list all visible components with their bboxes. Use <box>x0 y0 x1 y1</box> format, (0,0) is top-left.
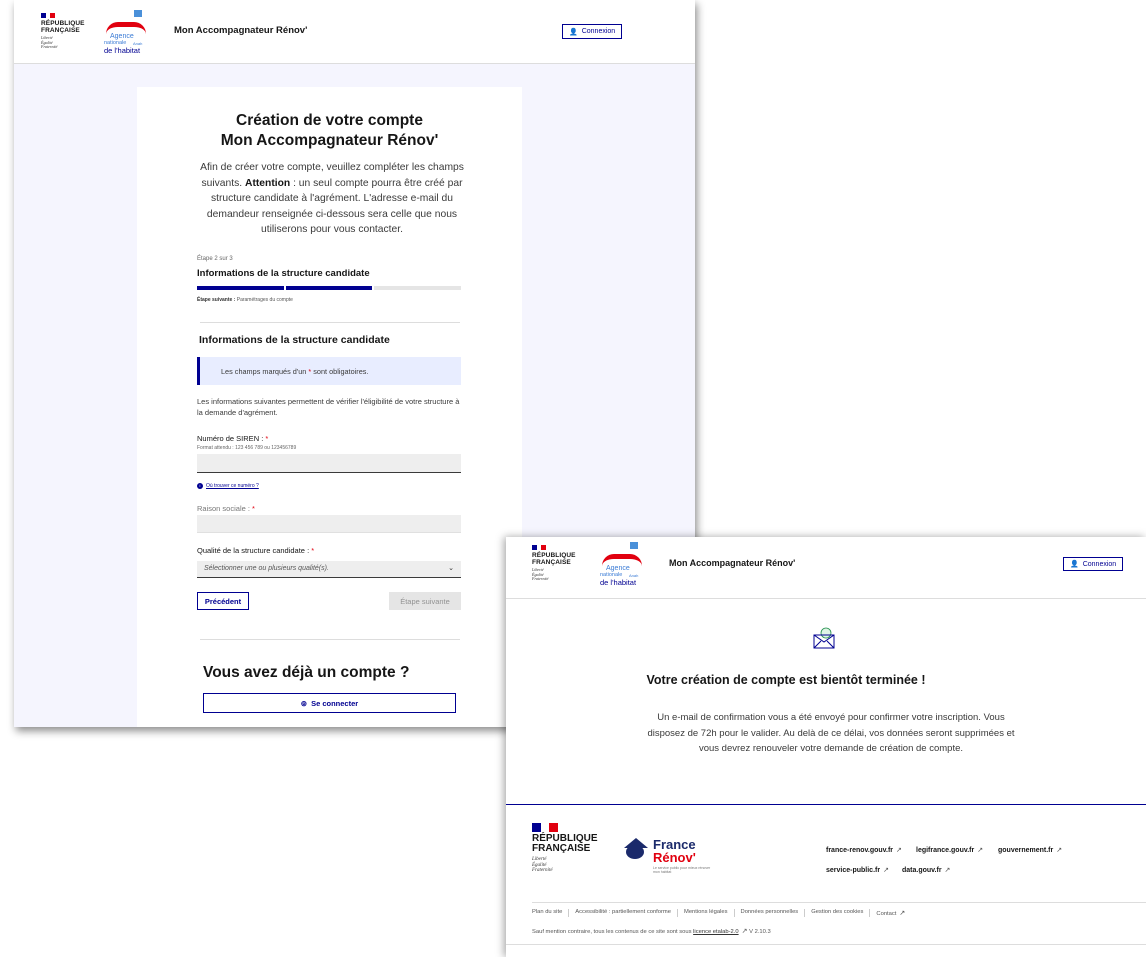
footer-link-legifrance[interactable]: legifrance.gouv.fr ↗ <box>916 846 983 854</box>
footer-link-donnees-personnelles[interactable]: Données personnelles <box>733 909 805 917</box>
external-link-icon: ↗ <box>896 847 902 854</box>
raison-sociale-label: Raison sociale : * <box>197 504 255 513</box>
login-button-label: Connexion <box>581 28 616 35</box>
flag-icon <box>532 545 547 550</box>
external-link-icon: ↗ <box>977 847 984 854</box>
republique-francaise-logo[interactable]: RÉPUBLIQUE FRANÇAISE Liberté Égalité Frater… <box>41 13 85 50</box>
external-link-icon: ↗ <box>883 867 889 874</box>
divider <box>532 902 1146 903</box>
republique-francaise-logo[interactable]: RÉPUBLIQUE FRANÇAISE Liberté Égalité Frater… <box>532 823 598 874</box>
raison-sociale-input[interactable] <box>197 515 461 533</box>
user-icon: 👤 <box>1070 561 1079 568</box>
info-icon: i <box>197 483 203 489</box>
footer-link-gouvernement[interactable]: gouvernement.fr ↗ <box>998 846 1062 854</box>
footer-link-mentions-legales[interactable]: Mentions légales <box>677 909 734 917</box>
republique-text: RÉPUBLIQUE FRANÇAISE <box>41 20 85 34</box>
confirmation-title: Votre création de compte est bientôt ter… <box>646 673 926 687</box>
have-account-title: Vous avez déjà un compte ? <box>203 664 410 681</box>
motto-text: Liberté Égalité Fraternité <box>41 35 58 49</box>
chevron-down-icon: ⌄ <box>448 565 454 572</box>
se-connecter-button[interactable]: ⊚ Se connecter <box>203 693 456 713</box>
service-name[interactable]: Mon Accompagnateur Rénov' <box>669 558 795 568</box>
next-step-text: Étape suivante : Paramétrages du compte <box>197 297 293 303</box>
stepper-progress <box>197 286 462 290</box>
motto-text: Liberté Égalité Fraternité <box>532 567 549 581</box>
republique-francaise-logo[interactable]: RÉPUBLIQUE FRANÇAISE Liberté Égalité Frater… <box>532 545 576 582</box>
footer-license: Sauf mention contraire, tous les contenu… <box>532 928 771 935</box>
divider <box>200 322 460 323</box>
external-link-icon: ↗ <box>741 928 748 935</box>
user-circle-icon: ⊚ <box>300 698 308 708</box>
previous-button[interactable]: Précédent <box>197 592 249 610</box>
user-icon: 👤 <box>569 28 578 36</box>
republique-text: RÉPUBLIQUE FRANÇAISE <box>532 552 576 566</box>
section-title: Informations de la structure candidate <box>199 334 390 346</box>
signup-card: Création de votre compte Mon Accompagnat… <box>137 87 522 727</box>
login-button[interactable]: 👤 Connexion <box>562 24 623 39</box>
login-button-label: Connexion <box>1082 560 1117 568</box>
service-name[interactable]: Mon Accompagnateur Rénov' <box>174 25 307 36</box>
motto-text: Liberté Égalité Fraternité <box>532 857 553 873</box>
divider <box>506 944 1146 945</box>
envelope-icon <box>813 627 835 649</box>
site-header: RÉPUBLIQUE FRANÇAISE Liberté Égalité Frater… <box>14 0 695 64</box>
step-title: Informations de la structure candidate <box>197 268 370 279</box>
flag-icon <box>41 13 56 18</box>
republique-text: RÉPUBLIQUE FRANÇAISE <box>532 833 598 854</box>
footer-link-service-public[interactable]: service-public.fr ↗ <box>826 866 889 874</box>
footer-link-data-gouv[interactable]: data.gouv.fr ↗ <box>902 866 950 874</box>
france-renov-logo[interactable]: France Rénov' Le service public pour mie… <box>624 830 724 880</box>
footer-link-gestion-cookies[interactable]: Gestion des cookies <box>804 909 869 917</box>
qualite-select[interactable]: Sélectionner une ou plusieurs qualité(s)… <box>197 561 461 578</box>
login-button[interactable]: 👤 Connexion <box>1063 557 1124 571</box>
license-link[interactable]: licence etalab-2.0 <box>693 929 738 935</box>
page-title: Création de votre compte Mon Accompagnat… <box>220 112 439 149</box>
confirmation-text: Un e-mail de confirmation vous a été env… <box>647 712 1015 754</box>
eligibility-description: Les informations suivantes permettent de… <box>197 397 460 417</box>
anah-logo[interactable]: Agence nationale Anah de l'habitat <box>102 10 150 55</box>
footer-bottom-links: Plan du site Accessibilité : partielleme… <box>532 909 911 917</box>
anah-logo[interactable]: Agence nationale Anah de l'habitat <box>598 542 646 587</box>
footer-link-plan-du-site[interactable]: Plan du site <box>532 909 568 917</box>
external-link-icon: ↗ <box>944 867 951 874</box>
external-link-icon: ↗ <box>899 910 906 917</box>
footer-link-accessibilite[interactable]: Accessibilité : partiellement conforme <box>568 909 677 917</box>
external-link-icon: ↗ <box>1056 847 1063 854</box>
footer-link-france-renov[interactable]: france-renov.gouv.fr ↗ <box>826 846 902 854</box>
siren-hint: Format attendu : 123 456 789 ou 12345678… <box>197 445 297 451</box>
divider <box>200 639 460 640</box>
required-fields-notice: Les champs marqués d'un * sont obligatoi… <box>197 357 461 385</box>
siren-label: Numéro de SIREN : * <box>197 434 269 443</box>
next-step-button[interactable]: Étape suivante <box>389 592 461 610</box>
intro-text: Afin de créer votre compte, veuillez com… <box>200 162 464 235</box>
confirmation-window: RÉPUBLIQUE FRANÇAISE Liberté Égalité Frater… <box>506 537 1146 957</box>
qualite-label: Qualité de la structure candidate : * <box>197 546 315 555</box>
step-label: Étape 2 sur 3 <box>197 256 233 262</box>
site-header: RÉPUBLIQUE FRANÇAISE Liberté Égalité Frater… <box>506 537 1146 599</box>
flag-icon <box>532 823 559 832</box>
site-footer: RÉPUBLIQUE FRANÇAISE Liberté Égalité Frater… <box>506 804 1146 957</box>
version-text: V 2.10.3 <box>749 929 771 935</box>
siren-help-link[interactable]: i Où trouver ce numéro ? <box>197 483 259 489</box>
footer-link-contact[interactable]: Contact ↗ <box>869 909 911 917</box>
siren-input[interactable] <box>197 454 461 473</box>
